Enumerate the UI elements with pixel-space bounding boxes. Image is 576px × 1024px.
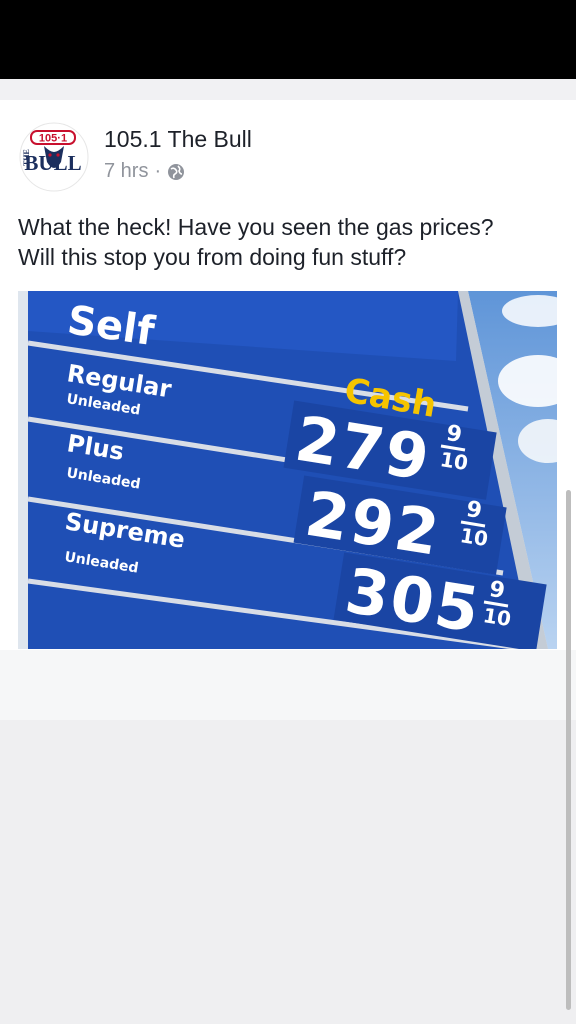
price-fraction-bottom: 10 (481, 603, 512, 631)
post-card: 105·1 THE BULL 105.1 The Bull 7 hrs · Wh… (0, 100, 576, 650)
feed-empty-area (0, 720, 576, 1024)
globe-icon (167, 163, 185, 181)
feed-gap (0, 79, 576, 100)
post-text-line-1: What the heck! Have you seen the gas pri… (18, 214, 494, 240)
page-avatar[interactable]: 105·1 THE BULL (17, 122, 91, 192)
page-name[interactable]: 105.1 The Bull (104, 126, 252, 153)
meta-separator: · (154, 160, 162, 182)
post-text-line-2: Will this stop you from doing fun stuff? (18, 244, 407, 270)
logo-frequency: 105·1 (39, 133, 67, 145)
feed-divider (0, 650, 576, 720)
price-fraction-bottom: 10 (438, 447, 469, 475)
post-text: What the heck! Have you seen the gas pri… (18, 212, 563, 272)
post-photo[interactable]: Self Cash Regular Unleaded 279 9 10 Plus Unlea… (18, 291, 557, 649)
price-fraction-bottom: 10 (458, 523, 489, 551)
gas-price-sign-image: Self Cash RegularUnleaded 279 910PlusUnlea… (18, 291, 557, 649)
status-bar (0, 0, 576, 79)
bull-logo-icon: 105·1 THE BULL (19, 122, 89, 192)
post-meta: 7 hrs · (104, 160, 185, 183)
scrollbar[interactable] (566, 490, 571, 1010)
post-time[interactable]: 7 hrs (104, 160, 148, 183)
